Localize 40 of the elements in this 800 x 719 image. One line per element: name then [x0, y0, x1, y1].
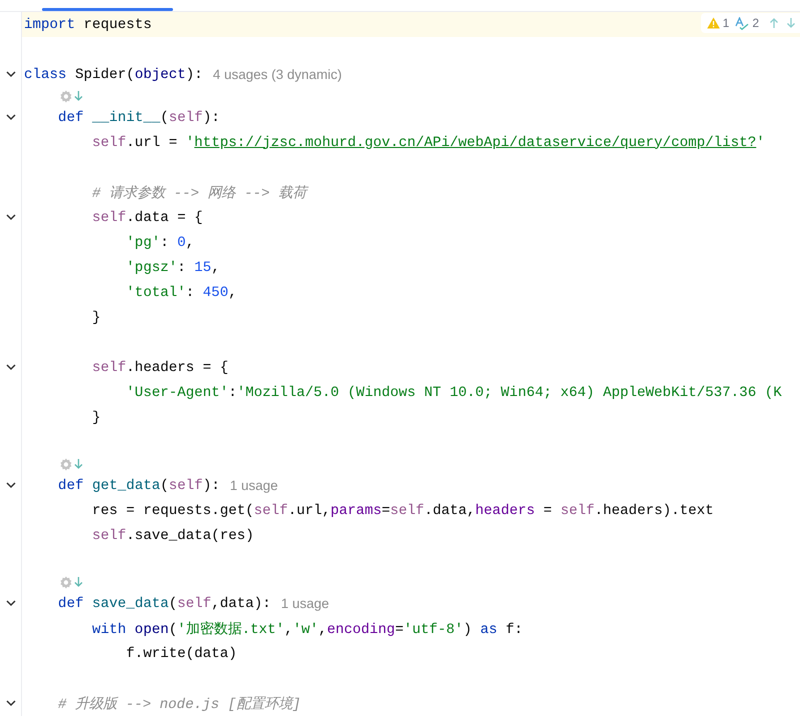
code-line: import requests — [24, 16, 152, 32]
gear-icon — [59, 575, 73, 589]
code-line: def get_data(self): — [57, 478, 220, 494]
warning-count: 1 — [722, 16, 730, 30]
code-line: def __init__(self): — [57, 110, 220, 126]
code-line: f.write(data) — [125, 646, 237, 662]
code-line: 'pg': 0, — [125, 234, 194, 250]
code-line: class Spider(object): — [24, 66, 203, 82]
code-line: res = requests.get(self.url,params=self.data,headers = self.headers).text — [91, 502, 714, 518]
gear-icon — [59, 89, 73, 103]
fold-chevron-icon[interactable] — [6, 114, 16, 121]
down-arrow-icon — [74, 458, 83, 470]
down-arrow-icon — [74, 90, 83, 102]
code-line: 'pgsz': 15, — [125, 260, 220, 276]
usages-hint[interactable]: 1 usage — [230, 478, 278, 493]
code-line: } — [91, 310, 101, 326]
code-line: self.data = { — [91, 210, 203, 226]
typo-icon — [735, 16, 750, 30]
typo-count: 2 — [752, 16, 759, 30]
code-line: } — [91, 410, 101, 426]
fold-chevron-icon[interactable] — [6, 482, 16, 489]
fold-chevron-icon[interactable] — [6, 71, 16, 78]
code-line: self.url = 'https://jzsc.mohurd.gov.cn/APi/webApi/dataservice/query/comp/list?' — [91, 134, 765, 150]
code-line: 'total': 450, — [125, 284, 237, 300]
code-line: # 请求参数 --> 网络 --> 载荷 — [91, 184, 306, 202]
code-line: def save_data(self,data): — [57, 596, 271, 612]
code-line: self.save_data(res) — [91, 528, 254, 544]
down-arrow-icon — [74, 576, 83, 588]
code-line: with open('加密数据.txt','w',encoding='utf-8') as f: — [91, 620, 523, 638]
code-line: 'User-Agent':'Mozilla/5.0 (Windows NT 10.0; Win64; x64) AppleWebKit/537.36 (K — [125, 384, 782, 400]
usages-hint[interactable]: 4 usages (3 dynamic) — [212, 67, 342, 82]
code-line: # 升级版 --> node.js [配置环境] — [57, 695, 301, 713]
fold-chevron-icon[interactable] — [6, 364, 16, 371]
code-line: self.headers = { — [91, 360, 228, 376]
fold-chevron-icon[interactable] — [6, 214, 16, 221]
gear-icon — [59, 457, 73, 471]
fold-chevron-icon[interactable] — [6, 700, 16, 707]
fold-chevron-icon[interactable] — [6, 600, 16, 607]
usages-hint[interactable]: 1 usage — [280, 596, 329, 611]
warning-icon — [706, 17, 720, 29]
